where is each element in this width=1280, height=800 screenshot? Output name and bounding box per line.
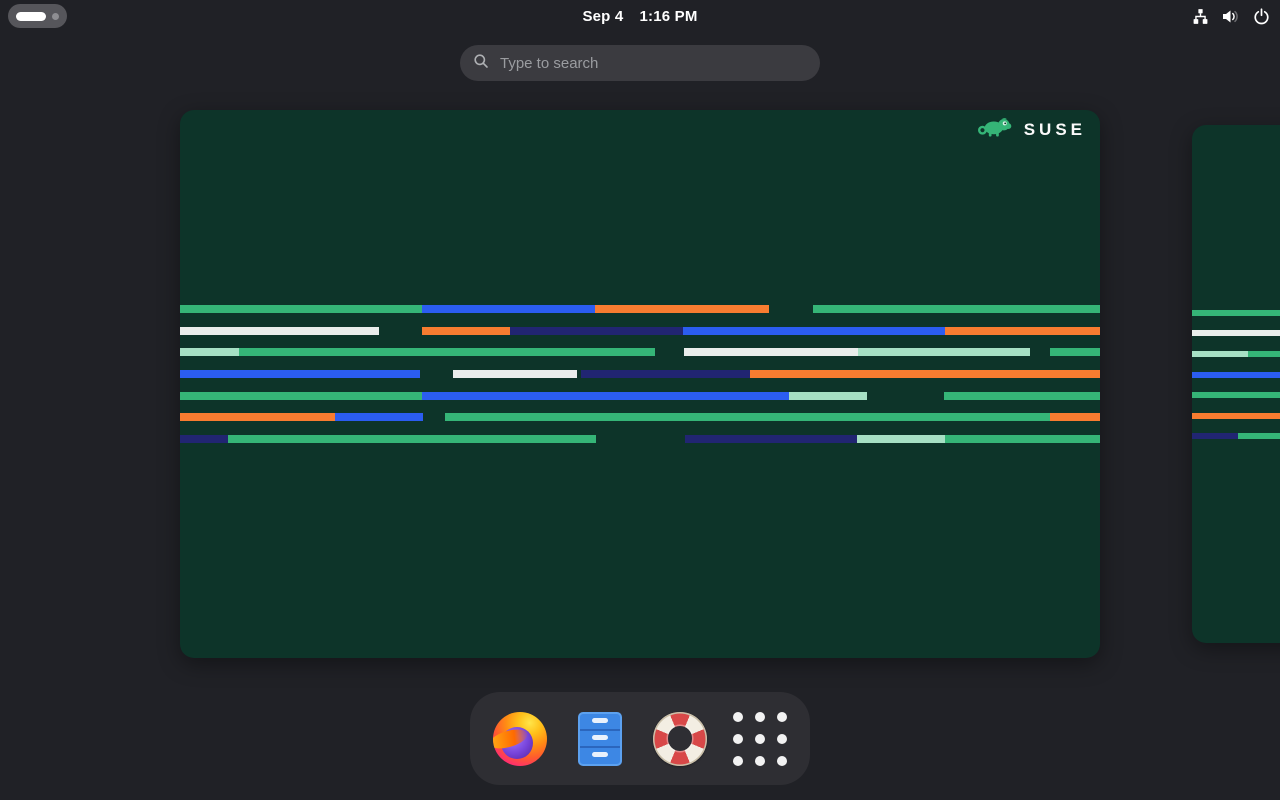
console-bar-blue [335,413,423,421]
app-grid-dot [755,734,765,744]
suse-logo-text: SUSE [1024,120,1086,140]
clock-time: 1:16 PM [639,8,697,25]
gnome-activities-overview: { "colors": { "background": "#202126", "… [0,0,1280,800]
console-bar-orange [1192,413,1280,419]
console-bar-mint [1192,351,1248,357]
files-drawer [580,731,620,748]
console-bar-white [180,327,379,335]
console-bar-orange [945,327,1100,335]
console-bar-white [1192,330,1280,336]
console-bar-green [180,305,422,313]
console-bar-orange [595,305,769,313]
console-bar-mint [858,348,1030,356]
wired-network-icon[interactable] [1192,8,1209,25]
console-bar-navy [180,435,228,443]
dock-item-files[interactable] [572,711,628,767]
console-bar-green [239,348,655,356]
drawer-handle [592,718,608,723]
console-bar-green [1248,351,1280,357]
clock[interactable]: Sep 4 1:16 PM [0,0,1280,32]
console-bar-green [945,435,1100,443]
console-bar-green [1050,348,1100,356]
console-bar-navy [581,370,750,378]
console-bars-layer [180,110,1100,658]
app-grid-dot [777,734,787,744]
drawer-handle [592,752,608,757]
console-bar-green [180,392,422,400]
search-bar [460,45,820,81]
console-bar-green [944,392,1100,400]
app-grid-dot [755,712,765,722]
power-icon[interactable] [1253,8,1270,25]
console-bar-blue [422,392,789,400]
console-bar-blue [1192,372,1280,378]
console-bar-white [453,370,577,378]
volume-icon[interactable] [1222,8,1240,25]
dock [470,692,810,785]
app-grid-dot [733,712,743,722]
app-grid-dot [777,756,787,766]
app-grid-dot [755,756,765,766]
firefox-icon [493,712,547,766]
console-bar-green [813,305,1100,313]
search-icon [473,53,489,74]
dock-item-show-applications[interactable] [732,711,788,767]
console-bar-orange [750,370,1100,378]
console-bar-green [1238,433,1280,439]
console-bar-green [1192,310,1280,316]
console-bar-orange [1050,413,1100,421]
clock-date: Sep 4 [582,8,623,25]
dock-item-firefox[interactable] [492,711,548,767]
drawer-handle [592,735,608,740]
console-bar-navy [510,327,683,335]
console-bar-blue [180,370,420,378]
console-bar-blue [422,305,595,313]
files-drawer [580,748,620,763]
console-bar-mint [789,392,867,400]
console-bar-blue [683,327,945,335]
dock-item-help[interactable] [652,711,708,767]
top-bar: Sep 4 1:16 PM [0,0,1280,32]
console-bars-layer [1192,125,1280,643]
help-lifebuoy-icon [653,712,707,766]
search-input[interactable] [498,54,807,73]
console-bar-white [684,348,858,356]
suse-console-window[interactable]: SUSE [180,110,1100,658]
app-grid-dot [733,734,743,744]
system-status-area [1192,0,1270,32]
console-bar-navy [1192,433,1238,439]
suse-console-window-partial[interactable] [1192,125,1280,643]
app-grid-dot [777,712,787,722]
console-bar-mint [857,435,945,443]
console-bar-orange [180,413,335,421]
console-bar-green [1192,392,1280,398]
console-bar-orange [422,327,510,335]
files-icon [578,712,622,766]
suse-chameleon-icon [977,115,1017,144]
console-bar-green [228,435,596,443]
app-grid-dot [733,756,743,766]
console-bar-navy [685,435,857,443]
console-bar-green [445,413,1050,421]
app-grid-icon [733,712,787,766]
files-drawer [580,714,620,731]
console-bar-mint [180,348,239,356]
suse-logo: SUSE [977,115,1086,144]
